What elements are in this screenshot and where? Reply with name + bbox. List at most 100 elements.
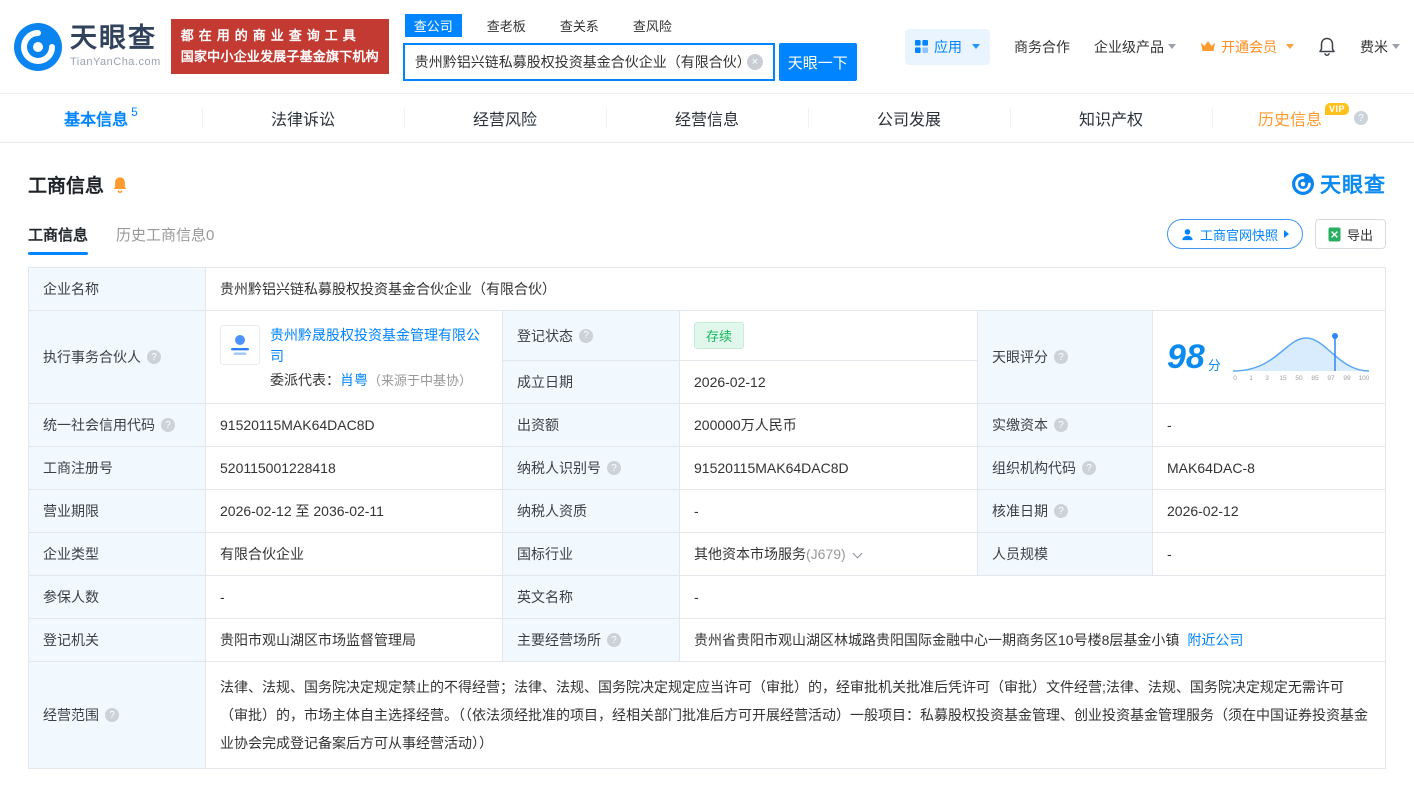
bell-icon: [113, 176, 127, 193]
search-input[interactable]: [414, 54, 747, 70]
chevron-down-icon: [1286, 44, 1294, 49]
value-authority: 贵阳市观山湖区市场监督管理局: [205, 618, 503, 662]
top-header: 天眼查 TianYanCha.com 都在用的商业查询工具 国家中小企业发展子基…: [0, 0, 1414, 94]
label-establish-date: 成立日期: [502, 360, 680, 404]
main-nav: 基本信息 5 法律诉讼 经营风险 经营信息 公司发展 知识产权 历史信息 VIP: [0, 94, 1414, 143]
subtab-actions: 工商官网快照 导出: [1166, 219, 1386, 255]
status-badge: 存续: [694, 322, 745, 349]
tab-operating-info[interactable]: 经营信息: [606, 94, 808, 142]
value-paid-capital: -: [1152, 403, 1386, 447]
search-row: 天眼一下: [402, 43, 857, 81]
logo-title: 天眼查: [70, 23, 157, 53]
value-reg-no: 520115001228418: [205, 446, 503, 490]
vip-label: 开通会员: [1221, 38, 1277, 55]
label-reg-status: 登记状态: [502, 310, 680, 361]
svg-text:85: 85: [1311, 375, 1319, 382]
monitor-bell-button[interactable]: [112, 176, 128, 193]
value-approve-date: 2026-02-12: [1152, 489, 1386, 533]
label-credit-code: 统一社会信用代码: [28, 403, 206, 447]
rep-label: 委派代表：: [270, 371, 340, 388]
partner-company-link[interactable]: 贵州黔晟股权投资基金管理有限公司: [270, 327, 480, 364]
export-label: 导出: [1346, 227, 1373, 243]
tianyan-score: 98 分 0 1 3 15 50 85 97 99 100: [1167, 331, 1371, 383]
help-icon[interactable]: [1054, 418, 1068, 432]
person-icon: [1182, 228, 1193, 240]
apps-menu[interactable]: 应用: [905, 28, 990, 65]
industry-name: 其他资本市场服务: [694, 546, 806, 562]
help-icon[interactable]: [1082, 461, 1096, 475]
label-org-code: 组织机构代码: [977, 446, 1153, 490]
help-icon[interactable]: [607, 633, 621, 647]
menu-enterprise-products[interactable]: 企业级产品: [1094, 37, 1176, 57]
apps-label: 应用: [934, 38, 962, 55]
tab-legal-proceedings[interactable]: 法律诉讼: [202, 94, 404, 142]
label-insured: 参保人数: [28, 575, 206, 619]
search-button[interactable]: 天眼一下: [778, 43, 857, 81]
business-info-table: 企业名称 贵州黔铝兴链私募股权投资基金合伙企业（有限合伙） 执行事务合伙人 ? …: [28, 267, 1386, 769]
notifications-button[interactable]: [1318, 37, 1336, 56]
label-term: 营业期限: [28, 489, 206, 533]
tab-label: 历史信息: [1257, 112, 1322, 129]
tab-company-development[interactable]: 公司发展: [808, 94, 1010, 142]
search-tab-risk[interactable]: 查风险: [624, 14, 681, 37]
open-vip-button[interactable]: 开通会员: [1200, 37, 1294, 57]
search-tab-relation[interactable]: 查关系: [551, 14, 608, 37]
table-row: 工商注册号 520115001228418 纳税人识别号 91520115MAK…: [28, 446, 1386, 490]
value-term: 2026-02-12 至 2036-02-11: [205, 489, 503, 533]
tab-history-info[interactable]: 历史信息 VIP: [1212, 94, 1414, 142]
label-taxpayer-no: 纳税人识别号: [502, 446, 680, 490]
label-english-name: 英文名称: [502, 575, 680, 619]
tab-label: 公司发展: [876, 112, 941, 129]
search-tab-company[interactable]: 查公司: [404, 14, 462, 37]
score-number: 98: [1167, 338, 1205, 376]
search-tab-boss[interactable]: 查老板: [478, 14, 535, 37]
tab-intellectual-property[interactable]: 知识产权: [1010, 94, 1212, 142]
label-approve-date: 核准日期: [977, 489, 1153, 533]
table-row: 参保人数 - 英文名称 -: [28, 575, 1386, 619]
partner-logo: [220, 324, 260, 365]
help-icon[interactable]: [1354, 111, 1369, 125]
user-menu[interactable]: 费米: [1360, 37, 1400, 57]
help-icon[interactable]: [607, 461, 621, 475]
subtab-business-info[interactable]: 工商信息: [28, 224, 89, 255]
help-icon[interactable]: [105, 708, 119, 722]
delegate-rep-line: 委派代表：肖粤（来源于中基协）: [270, 370, 488, 390]
vip-badge: VIP: [1325, 103, 1350, 115]
chevron-down-icon: [972, 44, 980, 49]
rep-name-link[interactable]: 肖粤: [340, 372, 368, 388]
table-row: 执行事务合伙人 贵州黔晟股: [28, 310, 1386, 404]
menu-business-cooperation[interactable]: 商务合作: [1014, 37, 1070, 57]
chevron-down-icon[interactable]: [852, 548, 863, 559]
svg-text:3: 3: [1265, 375, 1269, 382]
header-menu: 应用 商务合作 企业级产品 开通会员 费米: [905, 28, 1400, 65]
search-box: [402, 43, 775, 81]
help-icon[interactable]: [579, 328, 593, 343]
cooperation-label: 商务合作: [1014, 38, 1070, 55]
official-snapshot-button[interactable]: 工商官网快照: [1166, 219, 1303, 249]
value-insured: -: [205, 575, 503, 619]
nearby-companies-link[interactable]: 附近公司: [1187, 632, 1243, 648]
snapshot-label: 工商官网快照: [1199, 227, 1278, 243]
partner-text: 贵州黔晟股权投资基金管理有限公司 委派代表：肖粤（来源于中基协）: [270, 325, 488, 390]
label-reg-no: 工商注册号: [28, 446, 206, 490]
company-logo-icon: [231, 334, 249, 355]
label-business-scope: 经营范围: [28, 661, 206, 769]
clear-input-icon[interactable]: [746, 54, 763, 70]
subtab-history-business-info[interactable]: 历史工商信息0: [116, 224, 214, 255]
help-icon[interactable]: [161, 418, 175, 432]
search-area: 查公司 查老板 查关系 查风险 天眼一下: [402, 12, 857, 81]
tab-label: 知识产权: [1078, 112, 1143, 129]
tab-label: 经营风险: [472, 112, 537, 129]
value-establish-date: 2026-02-12: [679, 360, 978, 404]
export-button[interactable]: 导出: [1314, 219, 1386, 249]
label-company-name: 企业名称: [28, 267, 206, 311]
label-address: 主要经营场所: [502, 618, 680, 662]
tab-label: 基本信息: [64, 112, 129, 129]
help-icon[interactable]: [1054, 504, 1068, 518]
help-icon[interactable]: [1054, 350, 1068, 364]
help-icon[interactable]: [147, 350, 161, 364]
label-staff-size: 人员规模: [977, 532, 1153, 576]
tianyancha-logo[interactable]: 天眼查 TianYanCha.com: [14, 22, 161, 71]
tab-operating-risk[interactable]: 经营风险: [404, 94, 606, 142]
tab-basic-info[interactable]: 基本信息 5: [0, 94, 202, 142]
